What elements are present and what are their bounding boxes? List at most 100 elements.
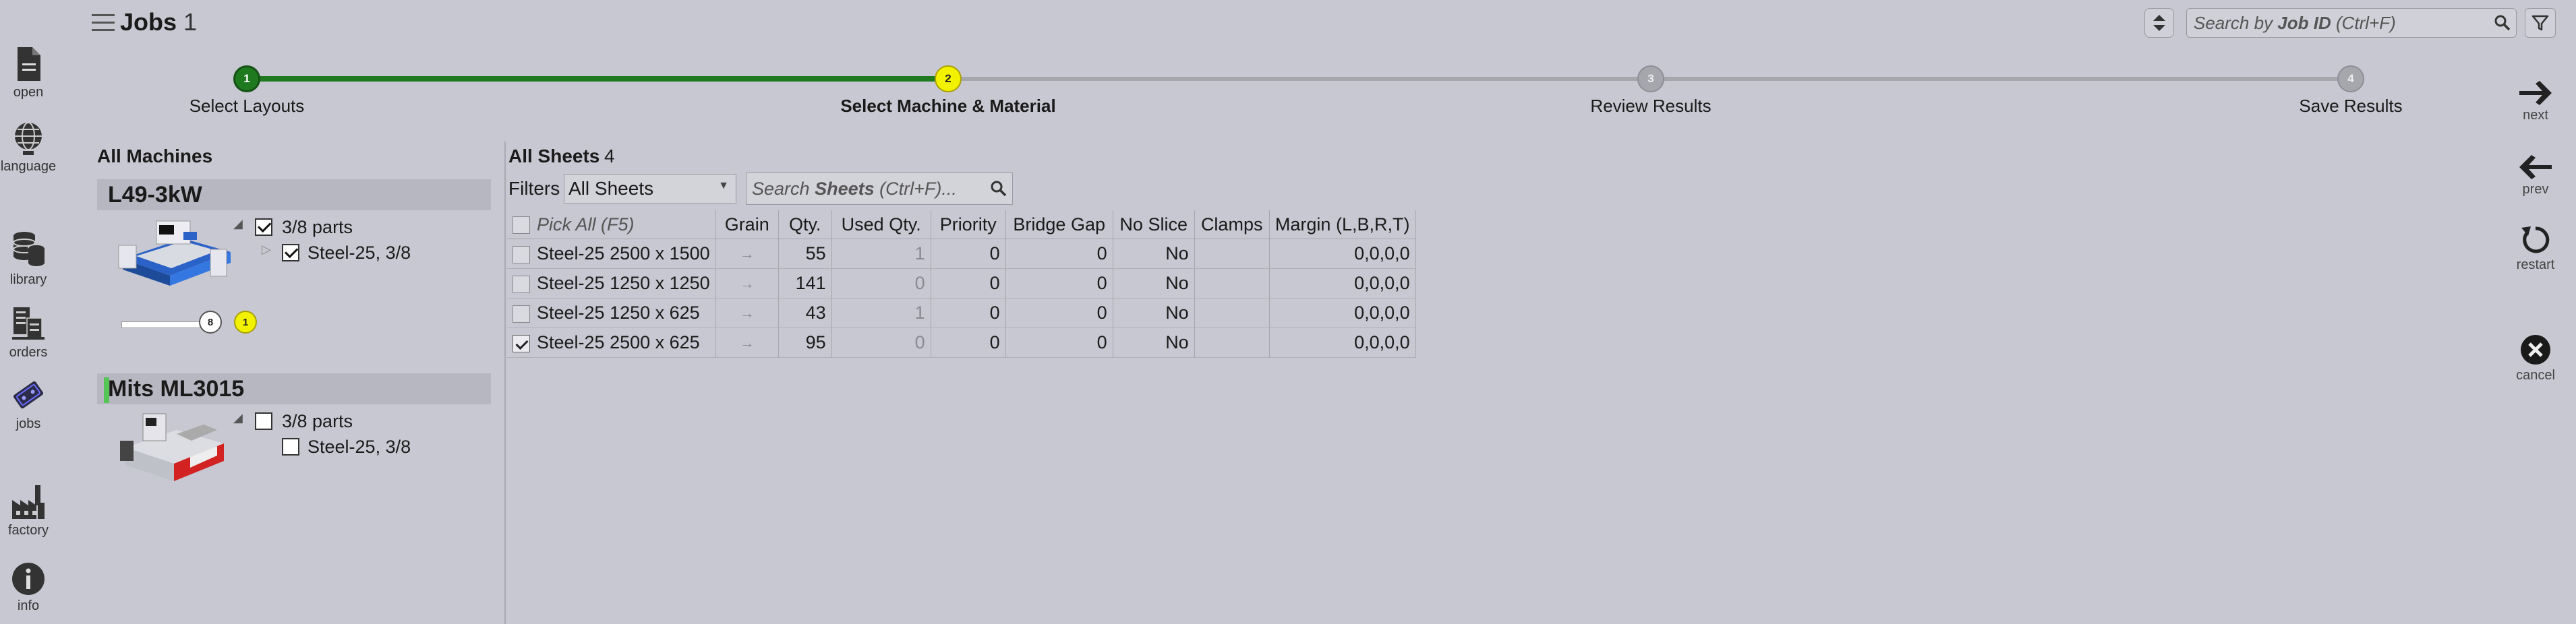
sheet-search-placeholder: Search Sheets (Ctrl+F)...: [752, 178, 957, 199]
arrow-left-icon: [2519, 155, 2552, 179]
clamps-cell[interactable]: [1194, 327, 1270, 358]
pick-all-header[interactable]: Pick All (F5): [507, 210, 716, 239]
step-1-circle[interactable]: 1: [233, 65, 260, 92]
nav-factory-label: factory: [7, 523, 49, 538]
clamps-cell[interactable]: [1194, 239, 1270, 269]
grain-cell[interactable]: →: [715, 298, 779, 328]
bridge-gap-cell[interactable]: 0: [1005, 268, 1113, 299]
machine-2-expand-icon[interactable]: ◢: [233, 411, 243, 425]
clamps-header[interactable]: Clamps: [1194, 210, 1270, 239]
prev-button[interactable]: prev: [2505, 154, 2567, 197]
nav-factory[interactable]: factory: [0, 482, 57, 538]
machine-1-material-expand-icon[interactable]: ▷: [262, 243, 271, 257]
row-checkbox[interactable]: [513, 334, 530, 352]
next-label: next: [2523, 108, 2548, 123]
nav-library[interactable]: library: [0, 228, 57, 288]
laser-machine-blue-image: [118, 220, 231, 286]
step-2-circle[interactable]: 2: [935, 65, 962, 92]
qty-cell[interactable]: 43: [778, 298, 832, 328]
used-qty-cell: 1: [831, 239, 931, 269]
nav-info[interactable]: info: [0, 561, 57, 614]
machine-2-name[interactable]: Mits ML3015: [104, 376, 244, 403]
no-slice-header[interactable]: No Slice: [1113, 210, 1195, 239]
margin-header[interactable]: Margin (L,B,R,T): [1269, 210, 1416, 239]
table-row[interactable]: Steel-25 2500 x 1500 → 55 1 0 0 No 0,0,0…: [507, 239, 1416, 269]
margin-cell[interactable]: 0,0,0,0: [1269, 268, 1416, 299]
sheets-count: 4: [604, 146, 615, 166]
machine-1-slider-knob[interactable]: 8: [199, 311, 222, 334]
used-qty-cell: 0: [831, 268, 931, 299]
step-2-label[interactable]: Select Machine & Material: [840, 96, 1055, 117]
bridge-gap-cell[interactable]: 0: [1005, 298, 1113, 328]
sheet-search-input[interactable]: Search Sheets (Ctrl+F)...: [746, 173, 1013, 205]
table-row[interactable]: Steel-25 2500 x 625 → 95 0 0 0 No 0,0,0,…: [507, 327, 1416, 358]
no-slice-cell[interactable]: No: [1113, 268, 1195, 299]
used-qty-header[interactable]: Used Qty.: [831, 210, 931, 239]
machine-2-parts-checkbox[interactable]: [255, 412, 272, 430]
nav-orders[interactable]: orders: [0, 303, 57, 361]
orders-icon: [12, 307, 45, 340]
cancel-button[interactable]: cancel: [2505, 333, 2567, 383]
priority-cell[interactable]: 0: [931, 268, 1006, 299]
sheet-name-cell: Steel-25 1250 x 1250: [507, 268, 716, 299]
step-3-circle[interactable]: 3: [1637, 65, 1664, 92]
step-4-circle[interactable]: 4: [2337, 65, 2364, 92]
margin-cell[interactable]: 0,0,0,0: [1269, 239, 1416, 269]
grain-cell[interactable]: →: [715, 239, 779, 269]
machine-1-expand-icon[interactable]: ◢: [233, 217, 243, 231]
no-slice-cell[interactable]: No: [1113, 327, 1195, 358]
bridge-gap-cell[interactable]: 0: [1005, 327, 1113, 358]
margin-cell[interactable]: 0,0,0,0: [1269, 327, 1416, 358]
step-3-label[interactable]: Review Results: [1590, 96, 1711, 117]
database-icon: [13, 232, 45, 266]
sheet-name-cell: Steel-25 2500 x 1500: [507, 239, 716, 269]
bridge-gap-cell[interactable]: 0: [1005, 239, 1113, 269]
bridge-gap-header[interactable]: Bridge Gap: [1005, 210, 1113, 239]
machine-1-material-checkbox[interactable]: [282, 244, 299, 261]
all-sheets-title: All Sheets: [508, 146, 600, 166]
table-row[interactable]: Steel-25 1250 x 1250 → 141 0 0 0 No 0,0,…: [507, 268, 1416, 299]
row-checkbox[interactable]: [513, 275, 530, 293]
sheet-name-cell: Steel-25 1250 x 625: [507, 298, 716, 328]
search-icon[interactable]: [985, 180, 1012, 197]
machine-2-material-checkbox[interactable]: [282, 438, 299, 456]
margin-cell[interactable]: 0,0,0,0: [1269, 298, 1416, 328]
priority-cell[interactable]: 0: [931, 239, 1006, 269]
priority-header[interactable]: Priority: [931, 210, 1006, 239]
grain-cell[interactable]: →: [715, 327, 779, 358]
nav-info-label: info: [17, 598, 40, 613]
stepper-track-done: [247, 76, 948, 82]
panel-divider: [504, 142, 506, 624]
priority-cell[interactable]: 0: [931, 327, 1006, 358]
clamps-cell[interactable]: [1194, 298, 1270, 328]
restart-button[interactable]: restart: [2505, 224, 2567, 273]
no-slice-cell[interactable]: No: [1113, 298, 1195, 328]
grain-cell[interactable]: →: [715, 268, 779, 299]
qty-cell[interactable]: 55: [778, 239, 832, 269]
qty-cell[interactable]: 95: [778, 327, 832, 358]
sheet-filter-value: All Sheets: [568, 178, 654, 199]
nav-language[interactable]: language: [0, 120, 57, 175]
table-row[interactable]: Steel-25 1250 x 625 → 43 1 0 0 No 0,0,0,…: [507, 298, 1416, 328]
step-1-label[interactable]: Select Layouts: [189, 96, 305, 117]
qty-cell[interactable]: 141: [778, 268, 832, 299]
grain-header[interactable]: Grain: [715, 210, 779, 239]
prev-label: prev: [2522, 182, 2549, 197]
nav-jobs[interactable]: jobs: [0, 375, 57, 432]
clamps-cell[interactable]: [1194, 268, 1270, 299]
sheet-filter-select[interactable]: All Sheets ▼: [564, 174, 736, 204]
next-button[interactable]: next: [2505, 80, 2567, 123]
used-qty-cell: 1: [831, 298, 931, 328]
machine-1-parts-checkbox[interactable]: [255, 218, 272, 236]
no-slice-cell[interactable]: No: [1113, 239, 1195, 269]
machine-1-name[interactable]: L49-3kW: [108, 182, 202, 208]
jobs-icon: [13, 381, 44, 409]
pick-all-checkbox[interactable]: [513, 216, 530, 235]
priority-cell[interactable]: 0: [931, 298, 1006, 328]
row-checkbox[interactable]: [513, 245, 530, 263]
machine-1-priority-slider[interactable]: [121, 321, 210, 328]
step-4-label[interactable]: Save Results: [2299, 96, 2402, 117]
qty-header[interactable]: Qty.: [778, 210, 832, 239]
close-circle-icon: [2521, 335, 2550, 365]
row-checkbox[interactable]: [513, 305, 530, 323]
